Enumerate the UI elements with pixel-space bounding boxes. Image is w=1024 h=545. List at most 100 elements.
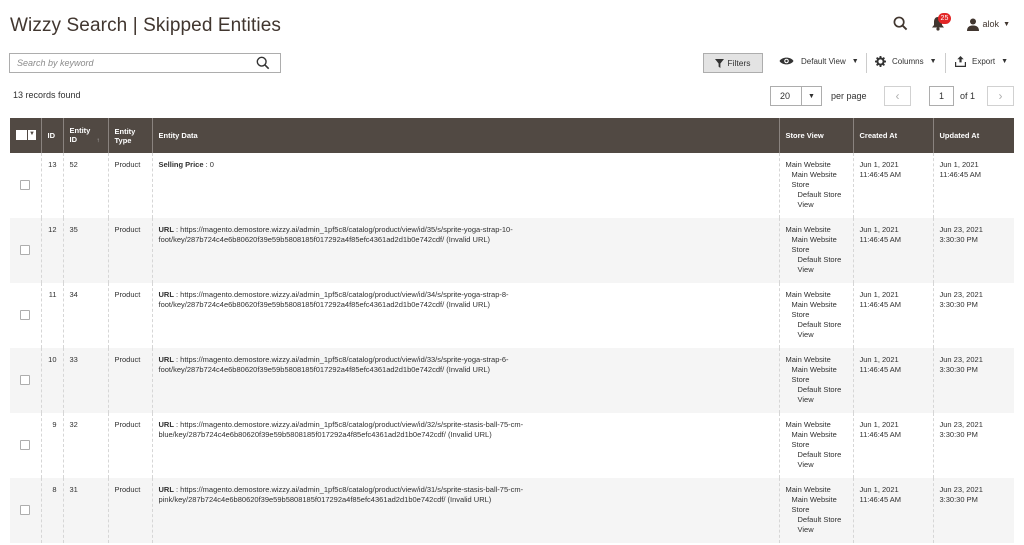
per-page-label: per page xyxy=(831,91,867,101)
cell-created-at: Jun 1, 2021 11:46:45 AM xyxy=(852,348,933,413)
funnel-icon xyxy=(715,58,725,68)
notifications-bell-icon[interactable]: 25 xyxy=(931,13,952,32)
caret-down-icon: ▼ xyxy=(851,57,859,65)
cell-updated-at: Jun 23, 2021 3:30:30 PM xyxy=(932,218,1014,283)
column-header-entity-data[interactable]: Entity Data xyxy=(151,118,779,153)
column-header-store-view[interactable]: Store View xyxy=(778,118,853,153)
cell-entity-data: Selling Price : 0 xyxy=(151,153,779,218)
store-view-name: Default Store View xyxy=(797,515,842,534)
row-checkbox[interactable] xyxy=(20,375,31,385)
store-name: Main Website Store xyxy=(791,300,837,319)
cell-store-view: Main Website Main Website Store Default St… xyxy=(778,478,853,543)
store-website: Main Website xyxy=(785,160,831,169)
cell-updated-at: Jun 23, 2021 3:30:30 PM xyxy=(932,283,1014,348)
default-view-dropdown[interactable]: Default View ▼ xyxy=(779,56,859,66)
per-page-select[interactable]: 20 ▼ xyxy=(770,86,822,106)
search-icon[interactable] xyxy=(256,56,270,70)
filters-button[interactable]: Filters xyxy=(703,53,763,73)
table-row: 13 52 Product Selling Price : 0 Main Web… xyxy=(10,153,1014,218)
page-total: of 1 xyxy=(960,91,976,101)
cell-entity-type: Product xyxy=(107,348,152,413)
column-header-label: Entity ID xyxy=(69,125,91,144)
per-page-value: 20 xyxy=(780,91,791,101)
global-search-icon[interactable] xyxy=(893,16,909,32)
export-label: Export xyxy=(972,57,996,66)
toolbar-divider xyxy=(866,53,867,73)
cell-id: 11 xyxy=(40,283,63,348)
entity-data-key: URL xyxy=(158,355,174,364)
cell-entity-id: 33 xyxy=(62,348,108,413)
default-view-label: Default View xyxy=(801,56,846,66)
export-dropdown[interactable]: Export ▼ xyxy=(955,56,1008,67)
mass-select-header[interactable]: ▼ xyxy=(10,118,41,153)
caret-down-icon: ▼ xyxy=(1003,20,1010,28)
column-header-id[interactable]: ID xyxy=(40,118,63,153)
cell-id: 9 xyxy=(40,413,63,478)
next-page-button[interactable]: › xyxy=(987,86,1014,106)
cell-entity-data: URL : https://magento.demostore.wizzy.ai… xyxy=(151,283,779,348)
cell-entity-id: 35 xyxy=(62,218,108,283)
entity-data-value: : https://magento.demostore.wizzy.ai/adm… xyxy=(158,420,524,439)
entity-data-key: URL xyxy=(158,420,174,429)
row-select-cell xyxy=(10,153,41,218)
table-row: 12 35 Product URL : https://magento.demo… xyxy=(10,218,1014,283)
row-checkbox[interactable] xyxy=(20,505,31,515)
cell-id: 13 xyxy=(40,153,63,218)
entity-data-key: URL xyxy=(158,485,174,494)
gear-icon xyxy=(875,56,886,67)
chevron-right-icon: › xyxy=(998,89,1003,103)
store-website: Main Website xyxy=(785,225,831,234)
user-icon xyxy=(966,18,979,31)
filters-label: Filters xyxy=(727,58,751,68)
row-select-cell xyxy=(10,283,41,348)
cell-store-view: Main Website Main Website Store Default St… xyxy=(778,153,853,218)
caret-down-icon: ▼ xyxy=(929,58,937,65)
cell-updated-at: Jun 23, 2021 3:30:30 PM xyxy=(932,413,1014,478)
table-row: 11 34 Product URL : https://magento.demo… xyxy=(10,283,1014,348)
cell-created-at: Jun 1, 2021 11:46:45 AM xyxy=(852,478,933,543)
keyword-search-input[interactable] xyxy=(10,54,250,72)
table-row: 10 33 Product URL : https://magento.demo… xyxy=(10,348,1014,413)
entity-data-value: : https://magento.demostore.wizzy.ai/adm… xyxy=(158,290,509,309)
entity-data-value: : https://magento.demostore.wizzy.ai/adm… xyxy=(158,225,513,244)
row-checkbox[interactable] xyxy=(20,180,31,190)
row-checkbox[interactable] xyxy=(20,440,31,450)
store-name: Main Website Store xyxy=(791,170,837,189)
column-header-updated-at[interactable]: Updated At xyxy=(932,118,1014,153)
row-checkbox[interactable] xyxy=(20,310,31,320)
columns-label: Columns xyxy=(892,57,924,66)
column-header-entity-id[interactable]: Entity ID ↑ xyxy=(62,118,108,153)
store-view-name: Default Store View xyxy=(797,255,842,274)
cell-created-at: Jun 1, 2021 11:46:45 AM xyxy=(852,413,933,478)
cell-entity-data: URL : https://magento.demostore.wizzy.ai… xyxy=(151,413,779,478)
column-header-created-at[interactable]: Created At xyxy=(852,118,933,153)
store-name: Main Website Store xyxy=(791,430,837,449)
mass-select-checkbox[interactable]: ▼ xyxy=(16,129,36,140)
row-select-cell xyxy=(10,348,41,413)
columns-dropdown[interactable]: Columns ▼ xyxy=(875,56,937,67)
table-row: 9 32 Product URL : https://magento.demos… xyxy=(10,413,1014,478)
export-icon xyxy=(955,56,966,67)
user-menu[interactable]: alok ▼ xyxy=(966,18,1010,31)
cell-entity-type: Product xyxy=(107,283,152,348)
cell-updated-at: Jun 23, 2021 3:30:30 PM xyxy=(932,478,1014,543)
skipped-entities-grid: ▼ ID Entity ID ↑ Entity Type Entity Data … xyxy=(10,118,1014,543)
entity-data-key: URL xyxy=(158,290,174,299)
cell-entity-id: 34 xyxy=(62,283,108,348)
store-view-name: Default Store View xyxy=(797,190,842,209)
cell-updated-at: Jun 23, 2021 3:30:30 PM xyxy=(932,348,1014,413)
cell-entity-type: Product xyxy=(107,218,152,283)
cell-entity-type: Product xyxy=(107,153,152,218)
previous-page-button[interactable]: ‹ xyxy=(884,86,911,106)
entity-data-value: : 0 xyxy=(203,160,214,169)
row-select-cell xyxy=(10,413,41,478)
store-name: Main Website Store xyxy=(791,365,837,384)
column-header-entity-type[interactable]: Entity Type xyxy=(107,118,152,153)
cell-entity-id: 31 xyxy=(62,478,108,543)
eye-icon xyxy=(779,57,794,65)
row-checkbox[interactable] xyxy=(20,245,31,255)
current-page-input[interactable]: 1 xyxy=(929,86,954,106)
store-website: Main Website xyxy=(785,355,831,364)
admin-user-actions: 25 alok ▼ xyxy=(893,13,1010,34)
entity-data-key: URL xyxy=(158,225,174,234)
